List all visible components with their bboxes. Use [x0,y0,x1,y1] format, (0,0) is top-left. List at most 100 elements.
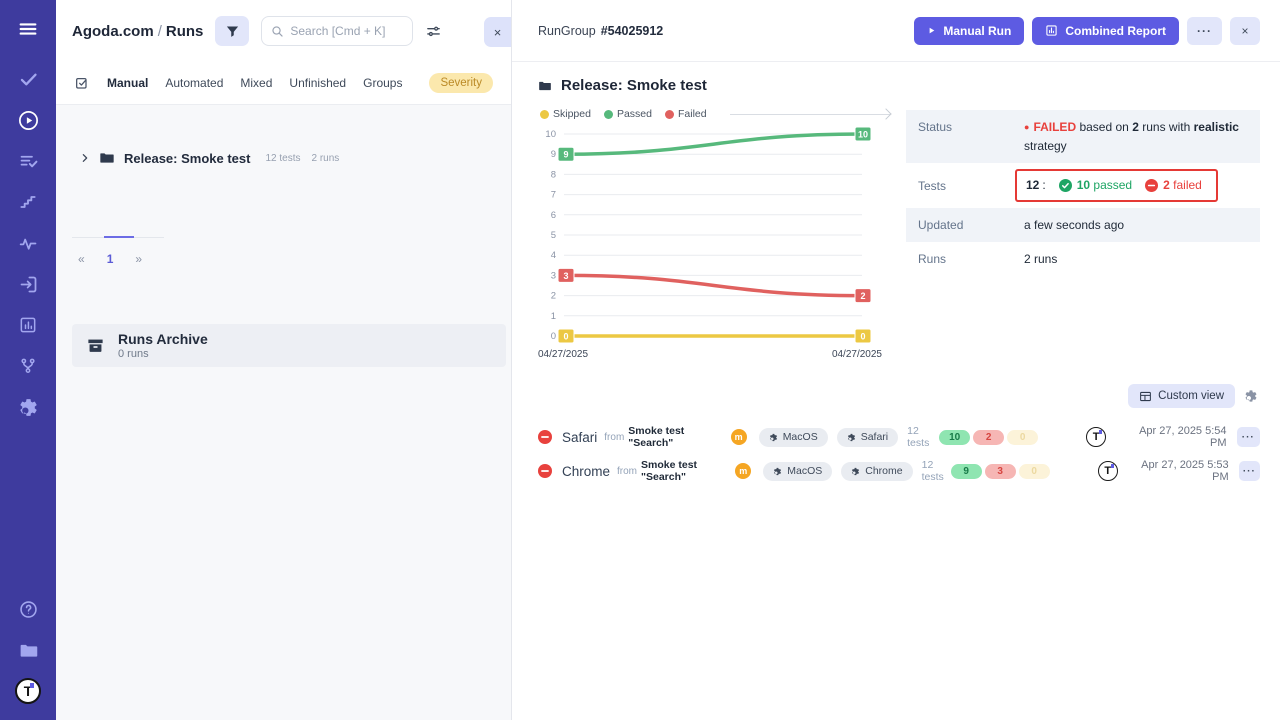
tests-check-icon[interactable] [15,66,41,92]
run-date: Apr 27, 2025 5:54 PM [1122,425,1226,449]
list-settings-gear-icon[interactable] [1242,387,1260,405]
passed-pill: 10 [939,430,970,445]
svg-text:0: 0 [563,332,568,342]
failed-pill: 3 [985,464,1016,479]
run-group-title-text: Release: Smoke test [561,77,707,94]
gear-icon [773,467,782,476]
left-panel-header: Agoda.com/Runs × [56,0,511,62]
svg-text:4: 4 [551,250,556,261]
filter-button[interactable] [215,16,249,46]
pagination-divider [72,237,164,238]
header-actions: Manual Run Combined Report ··· × [914,17,1260,45]
sidebar: T [0,0,56,720]
reports-bar-chart-icon[interactable] [15,312,41,338]
updated-value: a few seconds ago [1024,216,1248,235]
detail-row-status: Status ●FAILED based on 2 runs with real… [906,110,1260,163]
legend-passed: Passed [604,108,652,120]
archive-box-icon [86,336,105,355]
activity-pulse-icon[interactable] [15,230,41,256]
runs-filter-tabs: Manual Automated Mixed Unfinished Groups… [56,62,511,105]
panel-close-button[interactable]: × [1230,17,1260,45]
settings-gear-icon[interactable] [15,394,41,420]
detail-row-runs: Runs 2 runs [906,242,1260,277]
svg-text:6: 6 [551,210,556,221]
tests-label: Tests [918,177,1024,193]
run-tests-count: 12 tests [907,425,939,449]
reporter-avatar: T [1086,427,1106,447]
run-group-body: Release: Smoke test Skipped Passed Faile… [512,62,1280,720]
help-icon[interactable] [15,596,41,622]
combined-report-button[interactable]: Combined Report [1032,17,1179,45]
run-name[interactable]: Chrome [562,464,610,479]
timeline-arrow-icon [730,114,890,115]
run-group-id: #54025912 [601,24,664,38]
minus-circle-icon [1145,179,1158,192]
header-more-button[interactable]: ··· [1187,17,1222,45]
search-icon [271,25,284,38]
steps-icon[interactable] [15,189,41,215]
svg-text:0: 0 [860,332,865,342]
browser-badge: Safari [837,428,898,447]
gear-icon [847,433,856,442]
run-row-chrome[interactable]: Chrome from Smoke test "Search" m MacOS … [538,454,1260,488]
list-toolbar: Custom view [538,384,1260,408]
custom-view-button[interactable]: Custom view [1128,384,1235,408]
adjustments-icon[interactable] [425,23,442,40]
folders-icon[interactable] [15,637,41,663]
tab-manual[interactable]: Manual [107,76,148,90]
breadcrumb: Agoda.com/Runs [72,23,203,40]
tree-item-release-smoke-test[interactable]: Release: Smoke test 12 tests 2 runs [56,147,511,169]
tab-mixed[interactable]: Mixed [240,76,272,90]
tree-item-tests-count: 12 tests [265,153,300,164]
chevron-right-icon[interactable] [80,153,90,163]
tab-unfinished[interactable]: Unfinished [289,76,346,90]
run-group-label: RunGroup [538,24,596,38]
runs-left-panel: Agoda.com/Runs × Manual Automated Mixed [56,0,512,720]
run-group-title: Release: Smoke test [538,77,1260,94]
left-panel-close-button[interactable]: × [484,17,511,47]
tree-item-runs-count: 2 runs [311,153,339,164]
app-logo-avatar[interactable]: T [15,678,41,704]
gear-icon [851,467,860,476]
list-check-icon[interactable] [15,148,41,174]
report-chart-icon [1045,24,1058,37]
menu-icon[interactable] [15,16,41,42]
chart-legend: Skipped Passed Failed [538,108,890,120]
pagination-page-1[interactable]: 1 [107,252,114,266]
run-name[interactable]: Safari [562,430,597,445]
table-icon [1139,390,1152,403]
select-all-icon[interactable] [74,75,90,91]
breadcrumb-section: Runs [166,23,204,40]
svg-text:10: 10 [545,129,556,140]
pagination-prev-button[interactable]: « [78,252,85,266]
import-icon[interactable] [15,271,41,297]
tab-automated[interactable]: Automated [165,76,223,90]
reporter-avatar: T [1098,461,1118,481]
run-row-safari[interactable]: Safari from Smoke test "Search" m MacOS … [538,420,1260,454]
runs-archive-card[interactable]: Runs Archive 0 runs [72,324,506,367]
run-more-button[interactable]: ··· [1237,427,1260,447]
pagination-next-button[interactable]: » [135,252,142,266]
owner-avatar: m [731,429,747,445]
search-input[interactable] [290,24,400,38]
runs-play-circle-icon[interactable] [15,107,41,133]
run-date: Apr 27, 2025 5:53 PM [1134,459,1229,483]
svg-text:7: 7 [551,190,556,201]
folder-icon [538,79,552,93]
manual-run-label: Manual Run [943,24,1011,38]
breadcrumb-project[interactable]: Agoda.com [72,23,154,40]
tab-groups[interactable]: Groups [363,76,402,90]
result-pills: 9 3 0 [951,464,1050,479]
runs-tree-area: Release: Smoke test 12 tests 2 runs « 1 … [56,105,511,720]
os-badge: MacOS [759,428,828,447]
result-pills: 10 2 0 [939,430,1038,445]
branch-icon[interactable] [15,353,41,379]
owner-avatar: m [735,463,751,479]
status-dot-icon: ● [1024,122,1029,132]
status-value: ●FAILED based on 2 runs with realistic s… [1024,118,1248,155]
run-more-button[interactable]: ··· [1239,461,1260,481]
severity-filter-pill[interactable]: Severity [429,73,493,93]
runs-trend-chart: Skipped Passed Failed 01234567891004/27/… [538,108,890,362]
manual-run-button[interactable]: Manual Run [914,17,1024,45]
combined-report-label: Combined Report [1065,24,1166,38]
